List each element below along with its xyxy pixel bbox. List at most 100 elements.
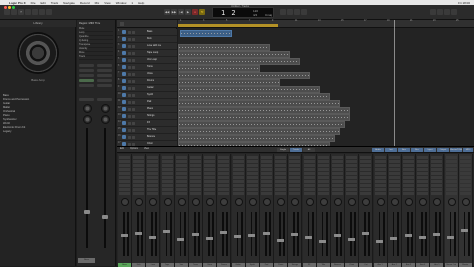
pan-knob[interactable] <box>376 198 385 206</box>
plugin-slot[interactable] <box>332 192 343 195</box>
toolbar-toggle-icon[interactable] <box>25 9 31 15</box>
plugin-slot[interactable] <box>289 176 301 179</box>
plugin-slot[interactable] <box>232 172 244 175</box>
library-toggle-icon[interactable] <box>4 9 10 15</box>
plugin-slot[interactable] <box>403 192 414 195</box>
plugin-slot[interactable] <box>289 184 301 187</box>
audio-region[interactable] <box>178 99 340 107</box>
midi-fx-slot[interactable] <box>97 74 112 77</box>
menu-item-help[interactable]: Help <box>138 1 144 5</box>
track-header[interactable]: 1 Bass <box>117 29 177 36</box>
plugin-slot[interactable] <box>147 188 159 191</box>
track-header[interactable]: 3 Lose with me <box>117 43 177 50</box>
plugin-slot[interactable] <box>332 180 343 183</box>
track-header[interactable]: 16 Bounce <box>117 134 177 141</box>
editors-toggle-icon[interactable] <box>46 9 52 15</box>
plugin-slot[interactable] <box>133 164 145 167</box>
plugin-slot[interactable] <box>190 172 201 175</box>
track-header[interactable]: 10 Synth <box>117 92 177 99</box>
track-instrument-icon[interactable] <box>122 114 126 118</box>
audio-region[interactable] <box>178 106 350 114</box>
solo-button[interactable] <box>132 128 135 132</box>
plugin-slot[interactable] <box>388 188 400 191</box>
plugin-slot[interactable] <box>246 172 258 175</box>
plugin-slot[interactable] <box>119 156 130 159</box>
plugin-slot[interactable] <box>332 188 343 191</box>
plugin-slot[interactable] <box>289 156 301 159</box>
plugin-slot[interactable] <box>261 188 272 191</box>
notepad-icon[interactable] <box>437 9 443 15</box>
plugin-slot[interactable] <box>346 168 358 171</box>
plugin-slot[interactable] <box>403 168 414 171</box>
plugin-slot[interactable] <box>360 160 372 163</box>
menu-item-window[interactable]: Window <box>116 1 127 5</box>
volume-fader-track[interactable] <box>378 212 381 256</box>
plugin-slot[interactable] <box>246 160 258 163</box>
volume-fader-handle[interactable] <box>361 232 369 235</box>
volume-fader-track[interactable] <box>279 212 281 256</box>
plugin-slot[interactable] <box>374 156 386 159</box>
solo-icon[interactable] <box>287 9 293 15</box>
plugin-slot[interactable] <box>388 156 400 159</box>
track-header[interactable]: 15 The Title <box>117 127 177 134</box>
pan-knob[interactable] <box>149 198 158 206</box>
plugin-slot[interactable] <box>332 156 343 159</box>
eq-slot[interactable] <box>97 69 112 72</box>
plugin-slot[interactable] <box>175 176 187 179</box>
volume-fader-handle[interactable] <box>447 236 455 239</box>
library-item[interactable]: Legacy <box>3 130 69 134</box>
sends-slot[interactable] <box>97 84 112 87</box>
add-track-icon[interactable] <box>120 22 124 26</box>
track-header[interactable]: 2 Kick <box>117 36 177 43</box>
track-name[interactable]: Bass <box>147 30 152 33</box>
audio-region[interactable] <box>178 43 270 51</box>
plugin-slot[interactable] <box>147 176 159 179</box>
plugin-slot[interactable] <box>204 180 216 183</box>
pan-knob[interactable] <box>121 198 129 206</box>
volume-fader-track[interactable] <box>151 212 153 256</box>
plugin-slot[interactable] <box>403 160 414 163</box>
plugin-slot[interactable] <box>360 156 372 159</box>
plugin-slot[interactable] <box>445 176 457 179</box>
volume-fader-handle[interactable] <box>191 233 199 236</box>
plugin-slot[interactable] <box>190 192 201 195</box>
pan-knob[interactable] <box>192 198 200 206</box>
plugin-slot[interactable] <box>360 192 372 195</box>
plugin-slot[interactable] <box>204 192 216 195</box>
plugin-slot[interactable] <box>261 168 272 171</box>
plugin-slot[interactable] <box>459 172 471 175</box>
plugin-slot[interactable] <box>275 160 287 163</box>
plugin-slot[interactable] <box>246 192 258 195</box>
track-name[interactable]: Choir <box>147 142 153 145</box>
plugin-slot[interactable] <box>133 184 145 187</box>
plugin-slot[interactable] <box>417 184 429 187</box>
plugin-slot[interactable] <box>175 192 187 195</box>
help-toggle-icon[interactable]: ? <box>18 9 24 15</box>
plugin-slot[interactable] <box>246 184 258 187</box>
track-name[interactable]: Toms <box>147 65 153 68</box>
plugin-slot[interactable] <box>175 188 187 191</box>
plugin-slot[interactable] <box>459 160 471 163</box>
solo-button[interactable] <box>132 30 135 34</box>
volume-fader-track[interactable] <box>104 128 106 248</box>
volume-fader-handle[interactable] <box>219 231 227 234</box>
volume-fader-handle[interactable] <box>248 234 256 237</box>
track-name[interactable]: FX <box>147 121 150 124</box>
mute-button[interactable] <box>128 30 131 34</box>
volume-fader-handle[interactable] <box>262 232 270 235</box>
volume-fader-track[interactable] <box>350 212 352 256</box>
filter-aux-button[interactable]: Aux <box>398 148 410 152</box>
mute-button[interactable] <box>128 86 131 90</box>
volume-fader-handle[interactable] <box>461 229 469 232</box>
menu-item-file[interactable]: File <box>31 1 36 5</box>
plugin-slot[interactable] <box>317 188 329 191</box>
volume-fader-track[interactable] <box>392 212 395 256</box>
plugin-slot[interactable] <box>218 176 230 179</box>
plugin-slot[interactable] <box>175 172 187 175</box>
plugin-slot[interactable] <box>218 156 230 159</box>
plugin-slot[interactable] <box>147 192 159 195</box>
list-editors-icon[interactable] <box>430 9 436 15</box>
track-instrument-icon[interactable] <box>122 93 126 97</box>
plugin-slot[interactable] <box>431 164 443 167</box>
go-to-beginning-icon[interactable]: |◀ <box>178 9 184 15</box>
